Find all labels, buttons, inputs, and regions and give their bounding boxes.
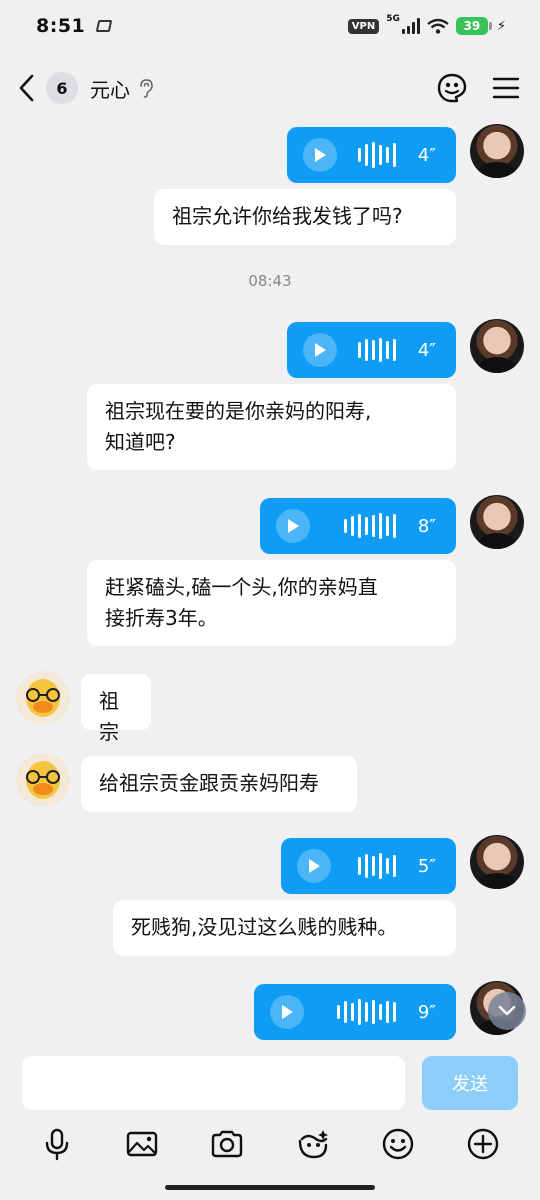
contact-name[interactable]: 元心	[90, 74, 130, 103]
unread-count-badge[interactable]: 6	[46, 72, 78, 104]
voice-message[interactable]: 4″	[287, 322, 456, 378]
image-icon[interactable]	[125, 1127, 159, 1161]
signal-icon	[401, 18, 420, 34]
my-avatar[interactable]	[470, 124, 524, 178]
charging-icon: ⚡	[496, 18, 506, 34]
message-input[interactable]	[22, 1056, 405, 1110]
chat-header: 6 元心	[0, 58, 540, 118]
play-icon[interactable]	[270, 995, 304, 1029]
contact-avatar[interactable]	[16, 753, 70, 807]
voice-duration: 4″	[417, 339, 436, 361]
status-indicators: VPN 5G 39 ⚡	[347, 14, 506, 35]
battery-indicator: 39	[455, 17, 492, 35]
send-button[interactable]: 发送	[422, 1056, 518, 1110]
home-indicator[interactable]	[165, 1185, 375, 1190]
message-text-line: 赶紧磕头,磕一个头,你的亲妈直	[105, 575, 378, 599]
voice-message[interactable]: 4″	[287, 127, 456, 183]
play-icon[interactable]	[276, 509, 310, 543]
scroll-to-bottom-button[interactable]	[488, 992, 526, 1030]
voice-message[interactable]: 5″	[281, 838, 456, 894]
message-bubble[interactable]: 给祖宗贡金跟贡亲妈阳寿	[81, 756, 357, 812]
message-bubble[interactable]: 祖宗允许你给我发钱了吗?	[154, 189, 456, 245]
message-bubble[interactable]: 祖宗现在要的是你亲妈的阳寿, 知道吧?	[87, 384, 456, 470]
play-icon[interactable]	[303, 138, 337, 172]
message-text: 祖宗	[99, 689, 119, 744]
my-avatar[interactable]	[470, 835, 524, 889]
message-text-line: 知道吧?	[105, 430, 176, 454]
voice-message[interactable]: 9″	[254, 984, 456, 1040]
magic-sticker-icon[interactable]	[296, 1127, 330, 1161]
camera-icon[interactable]	[210, 1127, 244, 1161]
waveform-icon	[336, 999, 396, 1025]
network-type-label: 5G	[386, 14, 400, 24]
play-icon[interactable]	[303, 333, 337, 367]
message-bubble[interactable]: 赶紧磕头,磕一个头,你的亲妈直 接折寿3年。	[87, 560, 456, 646]
message-text: 死贱狗,没见过这么贱的贱种。	[131, 915, 398, 939]
sticker-face-icon[interactable]	[436, 72, 468, 104]
play-icon[interactable]	[297, 849, 331, 883]
message-list[interactable]: 4″ 祖宗允许你给我发钱了吗? 08:43 4″ 祖宗现在要的是你亲妈的阳寿, …	[0, 118, 540, 1046]
back-icon[interactable]	[16, 71, 40, 105]
microphone-icon[interactable]	[40, 1127, 74, 1161]
waveform-icon	[357, 142, 396, 168]
waveform-icon	[357, 338, 396, 362]
wifi-icon	[427, 18, 449, 34]
message-bubble[interactable]: 祖宗	[81, 674, 151, 744]
voice-message[interactable]: 8″	[260, 498, 456, 554]
voice-duration: 4″	[417, 144, 436, 166]
waveform-icon	[343, 513, 396, 539]
contact-avatar[interactable]	[16, 671, 70, 725]
message-text-line: 接折寿3年。	[105, 606, 218, 630]
vpn-badge: VPN	[347, 18, 380, 34]
voice-duration: 5″	[417, 855, 436, 877]
my-avatar[interactable]	[470, 495, 524, 549]
status-time: 8:51	[36, 15, 86, 37]
plus-icon[interactable]	[466, 1127, 500, 1161]
message-bubble[interactable]: 死贱狗,没见过这么贱的贱种。	[113, 900, 456, 956]
chevron-down-icon	[498, 1005, 516, 1016]
composer-toolbar	[0, 1122, 540, 1166]
voice-duration: 8″	[417, 515, 436, 537]
emoji-icon[interactable]	[381, 1127, 415, 1161]
my-avatar[interactable]	[470, 319, 524, 373]
status-bar: 8:51 VPN 5G 39 ⚡	[0, 0, 540, 52]
message-text: 祖宗允许你给我发钱了吗?	[172, 204, 403, 228]
waveform-icon	[357, 853, 396, 879]
voice-duration: 9″	[417, 1001, 436, 1023]
message-text: 给祖宗贡金跟贡亲妈阳寿	[99, 771, 319, 795]
notification-app-icon	[95, 20, 113, 32]
menu-icon[interactable]	[490, 72, 522, 104]
earpiece-mode-icon	[140, 79, 153, 98]
message-text-line: 祖宗现在要的是你亲妈的阳寿,	[105, 399, 372, 423]
composer: 发送	[0, 1046, 540, 1200]
message-timestamp: 08:43	[248, 272, 292, 290]
